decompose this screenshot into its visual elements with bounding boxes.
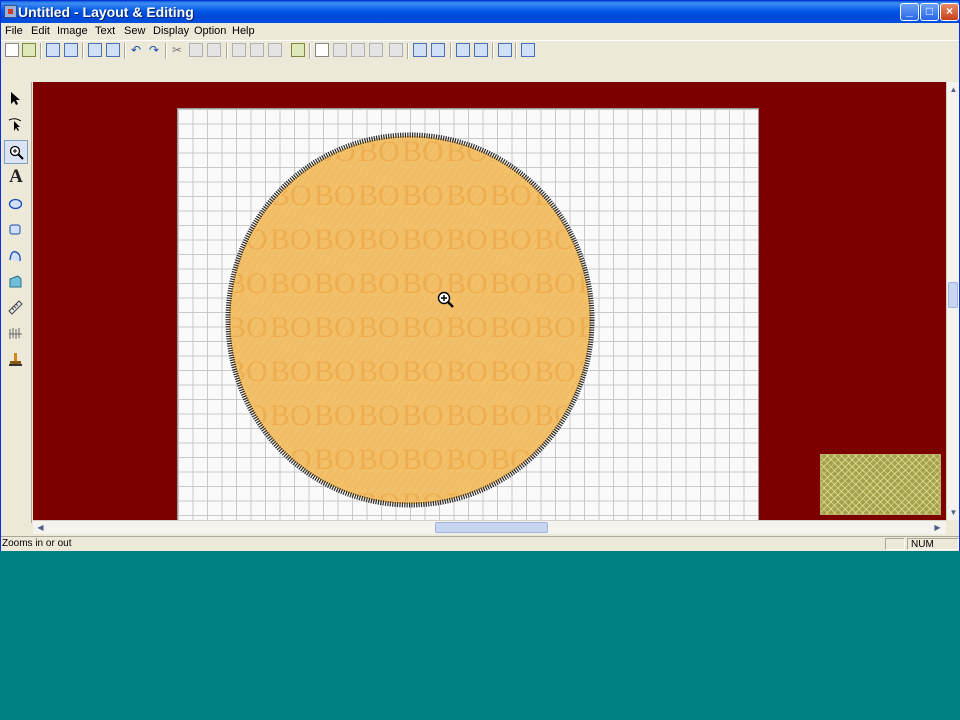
flip-icon[interactable] — [351, 43, 365, 57]
thread-preview-thumbnail[interactable] — [820, 454, 941, 515]
menu-file[interactable]: File — [5, 25, 23, 37]
minimize-button[interactable]: _ — [900, 3, 919, 21]
undo-icon[interactable]: ↶ — [129, 43, 143, 57]
select-tool[interactable] — [4, 87, 28, 111]
open-file-icon[interactable] — [22, 43, 36, 57]
cut-icon[interactable]: ✂ — [170, 43, 184, 57]
toolbar-band — [1, 60, 959, 82]
pointer-arrow-icon — [11, 92, 20, 105]
maximize-button[interactable]: □ — [920, 3, 939, 21]
toolbar-separator — [450, 43, 452, 59]
align-left-icon[interactable] — [232, 43, 246, 57]
export-icon[interactable] — [64, 43, 78, 57]
menu-edit[interactable]: Edit — [31, 25, 50, 37]
vertical-scroll-thumb[interactable] — [948, 282, 958, 308]
save-icon[interactable] — [88, 43, 102, 57]
toolbar-separator — [165, 43, 167, 59]
scroll-right-arrow-icon[interactable]: ▶ — [931, 521, 944, 534]
horizontal-scrollbar[interactable]: ◀ ▶ — [33, 520, 946, 534]
menu-bar: File Edit Image Text Sew Display Option … — [1, 23, 959, 40]
point-edit-tool[interactable] — [4, 113, 28, 137]
design-canvas[interactable]: BO — [33, 82, 946, 520]
point-edit-icon — [8, 118, 22, 131]
toolbar-separator — [407, 43, 409, 59]
curve-icon — [9, 251, 21, 262]
close-button[interactable]: × — [940, 3, 959, 21]
zoom-icon — [9, 145, 24, 160]
menu-image[interactable]: Image — [57, 25, 88, 37]
zoom-tool[interactable] — [4, 140, 28, 164]
menu-help[interactable]: Help — [232, 25, 255, 37]
group-icon[interactable] — [389, 43, 403, 57]
menu-option[interactable]: Option — [194, 25, 226, 37]
stitch-simulator-icon[interactable] — [431, 43, 445, 57]
magic-wand-icon[interactable] — [291, 43, 305, 57]
rectangle-icon — [9, 224, 21, 235]
tool-palette: A — [1, 82, 32, 523]
horizontal-scroll-thumb[interactable] — [435, 522, 548, 533]
title-bar[interactable]: Untitled - Layout & Editing _ □ × — [1, 1, 959, 23]
ruler-icon — [8, 300, 23, 315]
stamp-tool[interactable] — [4, 348, 28, 372]
copy-icon[interactable] — [189, 43, 203, 57]
toolbar: ↶ ↷ ✂ — [1, 40, 959, 60]
new-file-icon[interactable] — [5, 43, 19, 57]
application-window: Untitled - Layout & Editing _ □ × File E… — [0, 0, 960, 551]
scroll-up-arrow-icon[interactable]: ▲ — [947, 83, 960, 96]
mirror-icon[interactable] — [333, 43, 347, 57]
outline-tool[interactable] — [4, 244, 28, 268]
text-tool[interactable]: A — [4, 166, 28, 190]
write-to-card-icon[interactable] — [521, 43, 535, 57]
fill-tool[interactable] — [4, 270, 28, 294]
toolbar-separator — [492, 43, 494, 59]
transform-icon[interactable] — [369, 43, 383, 57]
status-num-indicator: NUM — [907, 538, 959, 550]
scrollbar-corner — [946, 520, 959, 534]
toolbar-separator — [40, 43, 42, 59]
shape-tool[interactable] — [4, 218, 28, 242]
toolbar-separator — [515, 43, 517, 59]
menu-sew[interactable]: Sew — [124, 25, 145, 37]
stitch-icon — [9, 328, 22, 339]
align-center-icon[interactable] — [250, 43, 264, 57]
rotate-icon[interactable] — [268, 43, 282, 57]
scroll-down-arrow-icon[interactable]: ▼ — [947, 506, 960, 519]
toolbar-separator — [309, 43, 311, 59]
zoom-cursor-icon — [437, 291, 454, 308]
design-letter-pattern — [232, 139, 588, 501]
embroidery-circle-design[interactable]: BO — [224, 131, 596, 509]
import-icon[interactable] — [46, 43, 60, 57]
fill-icon — [9, 275, 22, 288]
status-bar: Zooms in or out NUM — [1, 536, 959, 551]
design-page-icon[interactable] — [456, 43, 470, 57]
window-title: Untitled - Layout & Editing — [18, 4, 194, 20]
toolbar-separator — [82, 43, 84, 59]
menu-text[interactable]: Text — [95, 25, 115, 37]
toolbar-separator — [226, 43, 228, 59]
scroll-left-arrow-icon[interactable]: ◀ — [34, 521, 47, 534]
app-icon[interactable] — [4, 5, 17, 18]
stitch-tool[interactable] — [4, 322, 28, 346]
ellipse-icon — [8, 198, 23, 210]
stamp-icon — [9, 353, 22, 366]
paste-icon[interactable] — [207, 43, 221, 57]
redo-icon[interactable]: ↷ — [147, 43, 161, 57]
toolbar-separator — [124, 43, 126, 59]
property-icon[interactable] — [474, 43, 488, 57]
vertical-scrollbar[interactable]: ▲ ▼ — [946, 82, 959, 520]
sewing-order-icon[interactable] — [498, 43, 512, 57]
text-edit-icon[interactable] — [315, 43, 329, 57]
status-pane-caps — [885, 538, 905, 550]
circle-tool[interactable] — [4, 192, 28, 216]
save-as-icon[interactable] — [106, 43, 120, 57]
hoop-icon[interactable] — [413, 43, 427, 57]
status-message: Zooms in or out — [2, 538, 72, 549]
menu-display[interactable]: Display — [153, 25, 189, 37]
measure-tool[interactable] — [4, 296, 28, 320]
